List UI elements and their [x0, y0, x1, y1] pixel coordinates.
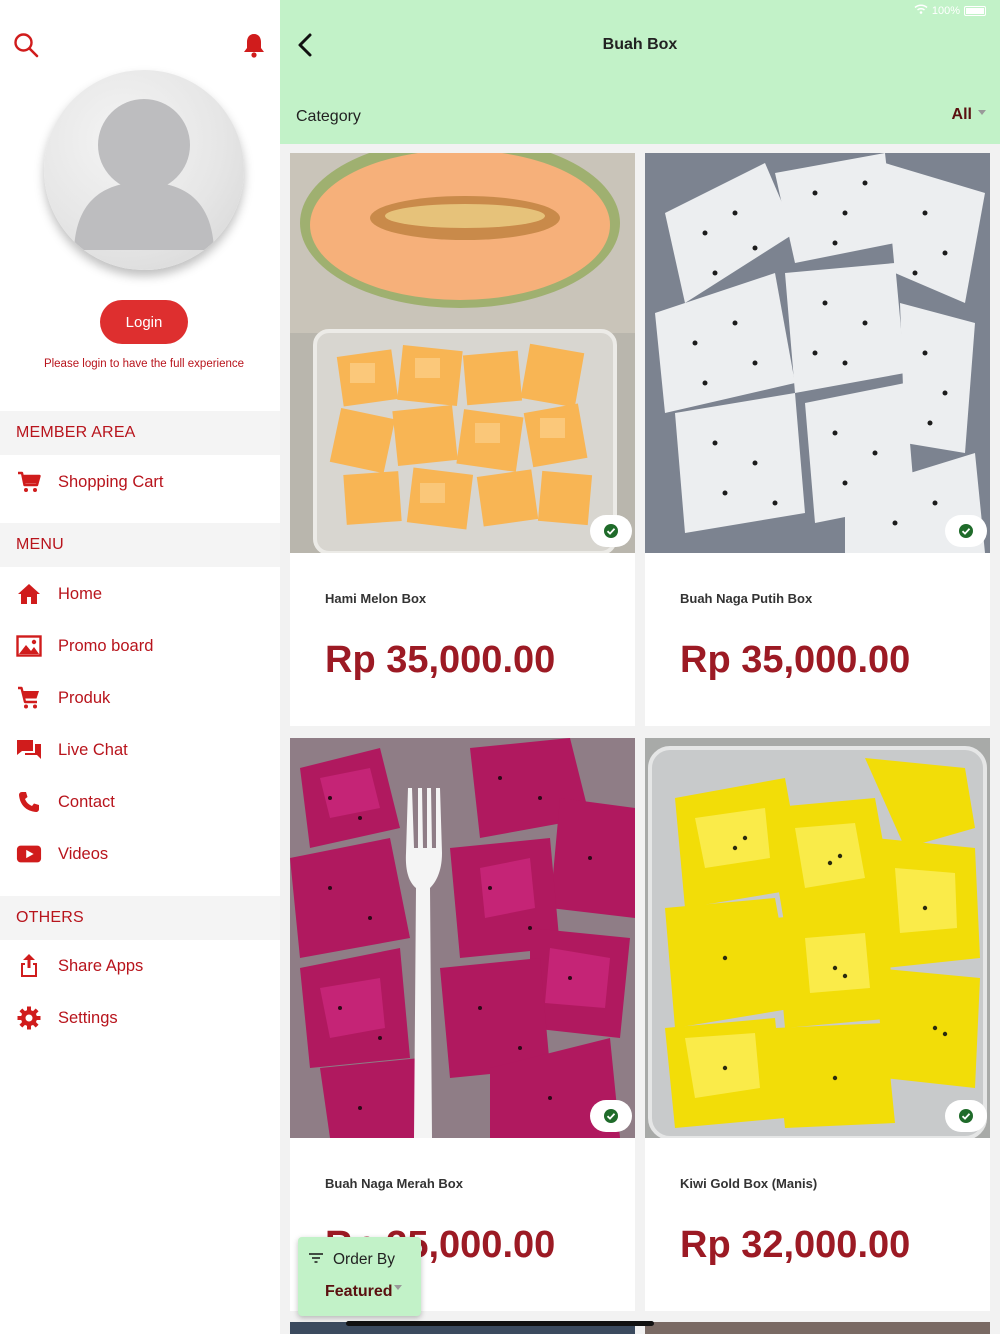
sidebar-item-videos[interactable]: Videos — [0, 832, 280, 876]
cart-icon — [16, 469, 42, 495]
product-image — [290, 153, 635, 553]
sidebar-item-home[interactable]: Home — [0, 572, 280, 616]
category-select[interactable]: All — [952, 106, 986, 124]
image-icon — [16, 633, 42, 659]
category-label: Category — [296, 108, 361, 125]
order-by-label: Order By — [333, 1251, 396, 1268]
product-image — [645, 738, 990, 1138]
chevron-down-icon — [394, 1285, 402, 1290]
product-price: Rp 35,000.00 — [680, 639, 911, 681]
product-card[interactable]: Kiwi Gold Box (Manis) Rp 32,000.00 — [645, 738, 990, 1311]
sidebar-item-label: Live Chat — [58, 740, 128, 759]
login-hint: Please login to have the full experience — [43, 358, 245, 370]
sidebar-item-label: Videos — [58, 844, 109, 863]
wifi-icon — [914, 4, 928, 17]
check-badge-icon — [945, 515, 987, 547]
product-price: Rp 32,000.00 — [680, 1224, 911, 1266]
sidebar-item-label: Share Apps — [58, 956, 144, 975]
section-others: OTHERS — [0, 896, 280, 940]
sidebar-item-label: Settings — [58, 1008, 118, 1027]
order-by-value: Featured — [325, 1283, 393, 1300]
bell-icon[interactable] — [239, 30, 269, 60]
login-button[interactable]: Login — [100, 300, 188, 344]
product-price: Rp 35,000.00 — [325, 639, 556, 681]
check-badge-icon — [590, 515, 632, 547]
battery-icon — [964, 5, 986, 16]
product-name: Buah Naga Putih Box — [680, 591, 813, 606]
status-bar: 100% — [914, 4, 986, 17]
product-image — [645, 153, 990, 553]
sidebar-item-contact[interactable]: Contact — [0, 780, 280, 824]
youtube-icon — [16, 841, 42, 867]
page-title: Buah Box — [602, 36, 678, 53]
section-menu: MENU — [0, 523, 280, 567]
check-badge-icon — [945, 1100, 987, 1132]
chevron-down-icon — [978, 109, 986, 115]
product-name: Kiwi Gold Box (Manis) — [680, 1176, 818, 1191]
check-badge-icon — [590, 1100, 632, 1132]
order-by-dropdown[interactable]: Order By Featured — [298, 1237, 421, 1316]
sidebar-item-label: Home — [58, 584, 103, 603]
product-card-peek — [645, 1322, 990, 1334]
chat-icon — [16, 737, 42, 763]
share-icon — [16, 953, 42, 979]
sidebar-item-live-chat[interactable]: Live Chat — [0, 728, 280, 772]
product-name: Hami Melon Box — [325, 591, 427, 606]
sidebar-item-shopping-cart[interactable]: Shopping Cart — [0, 460, 280, 504]
battery-percent: 100% — [931, 4, 960, 17]
avatar[interactable] — [44, 70, 244, 270]
home-indicator — [346, 1321, 654, 1326]
category-value: All — [951, 106, 972, 123]
sidebar-item-label: Promo board — [58, 636, 154, 655]
sidebar-item-produk[interactable]: Produk — [0, 676, 280, 720]
sidebar-item-label: Shopping Cart — [58, 472, 164, 491]
home-icon — [16, 581, 42, 607]
product-card[interactable]: Buah Naga Putih Box Rp 35,000.00 — [645, 153, 990, 726]
product-image — [290, 738, 635, 1138]
cart-icon — [16, 685, 42, 711]
sidebar-item-label: Contact — [58, 792, 115, 811]
sidebar-item-share-apps[interactable]: Share Apps — [0, 944, 280, 988]
main-panel: 100% Buah Box Category All Hami Melon Bo… — [280, 0, 1000, 1334]
phone-icon — [16, 789, 42, 815]
side-menu: Login Please login to have the full expe… — [0, 0, 280, 1334]
sidebar-item-promo-board[interactable]: Promo board — [0, 624, 280, 668]
search-icon[interactable] — [11, 30, 41, 60]
section-member-area: MEMBER AREA — [0, 411, 280, 455]
sidebar-item-label: Produk — [58, 688, 111, 707]
filter-icon — [309, 1251, 323, 1269]
product-card[interactable]: Buah Naga Merah Box Rp 35,000.00 — [290, 738, 635, 1311]
sidebar-item-settings[interactable]: Settings — [0, 996, 280, 1040]
product-name: Buah Naga Merah Box — [325, 1176, 463, 1191]
product-card[interactable]: Hami Melon Box Rp 35,000.00 — [290, 153, 635, 726]
header-bar: 100% Buah Box Category All — [280, 0, 1000, 144]
gear-icon — [16, 1005, 42, 1031]
